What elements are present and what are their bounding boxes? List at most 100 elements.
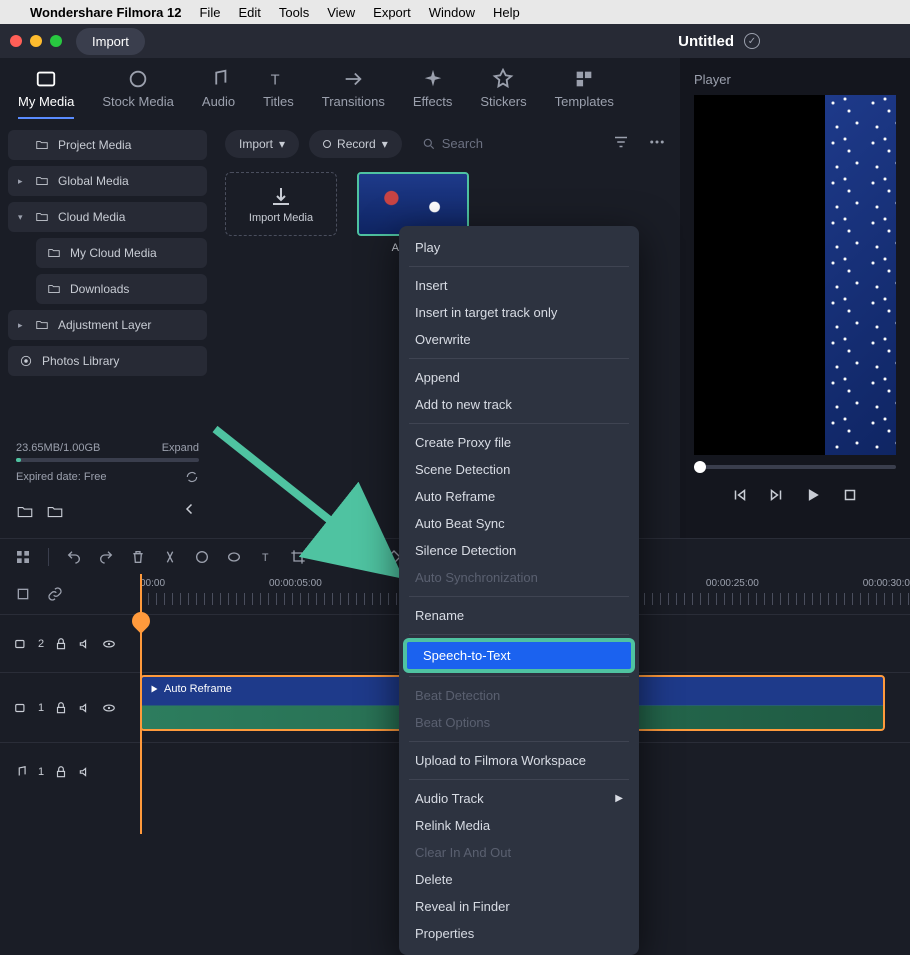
chevron-right-icon: ▶ — [615, 793, 623, 804]
split-icon[interactable] — [161, 548, 179, 566]
play-button[interactable] — [803, 485, 823, 508]
context-item-beat-detection: Beat Detection — [399, 682, 639, 709]
filter-icon[interactable] — [608, 129, 634, 158]
import-dropdown[interactable]: Import▾ — [225, 130, 299, 158]
audio-icon — [14, 765, 28, 779]
playhead[interactable] — [140, 574, 142, 834]
context-item-speech-to-text[interactable]: Speech-to-Text — [405, 640, 633, 671]
tab-stickers[interactable]: Stickers — [480, 68, 526, 119]
delete-icon[interactable] — [129, 548, 147, 566]
app-name[interactable]: Wondershare Filmora 12 — [30, 5, 181, 20]
tab-titles[interactable]: TTitles — [263, 68, 294, 119]
context-item-play[interactable]: Play — [399, 234, 639, 261]
prev-frame-button[interactable] — [731, 486, 749, 507]
menu-export[interactable]: Export — [373, 5, 411, 20]
context-item-delete[interactable]: Delete — [399, 866, 639, 893]
context-item-properties[interactable]: Properties — [399, 920, 639, 947]
sidebar-item-cloud-media[interactable]: ▾Cloud Media — [8, 202, 207, 232]
scrubber[interactable] — [694, 465, 896, 469]
project-title: Untitled — [678, 33, 734, 50]
chevron-down-icon: ▾ — [279, 137, 285, 151]
fullscreen-icon[interactable] — [50, 35, 62, 47]
speed-icon[interactable] — [193, 548, 211, 566]
new-folder-icon[interactable] — [16, 503, 34, 521]
stop-button[interactable] — [841, 486, 859, 507]
saved-icon: ✓ — [744, 33, 760, 49]
tab-my-media[interactable]: My Media — [18, 68, 74, 119]
context-item-relink-media[interactable]: Relink Media — [399, 812, 639, 839]
context-item-scene-detection[interactable]: Scene Detection — [399, 456, 639, 483]
tab-transitions[interactable]: Transitions — [322, 68, 385, 119]
context-item-create-proxy-file[interactable]: Create Proxy file — [399, 429, 639, 456]
context-item-reveal-in-finder[interactable]: Reveal in Finder — [399, 893, 639, 920]
player-label: Player — [694, 72, 896, 87]
tab-stock-media[interactable]: Stock Media — [102, 68, 174, 119]
menu-file[interactable]: File — [199, 5, 220, 20]
context-item-audio-track[interactable]: Audio Track▶ — [399, 785, 639, 812]
context-menu: Play InsertInsert in target track onlyOve… — [399, 226, 639, 955]
redo-icon[interactable] — [97, 548, 115, 566]
menu-help[interactable]: Help — [493, 5, 520, 20]
mask-icon[interactable] — [225, 548, 243, 566]
menu-window[interactable]: Window — [429, 5, 475, 20]
context-item-overwrite[interactable]: Overwrite — [399, 326, 639, 353]
undo-icon[interactable] — [65, 548, 83, 566]
more-icon[interactable] — [644, 129, 670, 158]
storage-total: /1.00GB — [60, 442, 100, 454]
refresh-icon[interactable] — [185, 470, 199, 484]
menu-tools[interactable]: Tools — [279, 5, 309, 20]
chevron-down-icon: ▾ — [382, 137, 388, 151]
player-screen[interactable] — [694, 95, 896, 455]
tab-templates[interactable]: Templates — [555, 68, 614, 119]
context-item-insert-in-target-track-only[interactable]: Insert in target track only — [399, 299, 639, 326]
context-item-auto-beat-sync[interactable]: Auto Beat Sync — [399, 510, 639, 537]
sidebar-item-downloads[interactable]: Downloads — [36, 274, 207, 304]
tab-effects[interactable]: Effects — [413, 68, 453, 119]
menu-edit[interactable]: Edit — [238, 5, 260, 20]
text-icon[interactable]: T — [257, 548, 275, 566]
folder-icon[interactable] — [46, 503, 64, 521]
lock-icon[interactable] — [54, 637, 68, 651]
mute-icon[interactable] — [78, 637, 92, 651]
context-item-insert[interactable]: Insert — [399, 272, 639, 299]
sidebar-item-global-media[interactable]: ▸Global Media — [8, 166, 207, 196]
next-frame-button[interactable] — [767, 486, 785, 507]
grid-icon[interactable] — [14, 548, 32, 566]
mute-icon[interactable] — [78, 765, 92, 779]
minimize-icon[interactable] — [30, 35, 42, 47]
context-item-silence-detection[interactable]: Silence Detection — [399, 537, 639, 564]
import-icon — [269, 184, 293, 208]
collapse-icon[interactable] — [181, 500, 199, 518]
sidebar-item-adjustment-layer[interactable]: ▸Adjustment Layer — [8, 310, 207, 340]
titlebar: Import Untitled ✓ — [0, 24, 910, 58]
color-icon[interactable] — [353, 548, 371, 566]
close-icon[interactable] — [10, 35, 22, 47]
context-item-append[interactable]: Append — [399, 364, 639, 391]
media-sidebar: Project Media ▸Global Media ▾Cloud Media… — [0, 119, 215, 539]
sidebar-item-project-media[interactable]: Project Media — [8, 130, 207, 160]
menu-view[interactable]: View — [327, 5, 355, 20]
import-button[interactable]: Import — [76, 28, 145, 55]
mute-icon[interactable] — [78, 701, 92, 715]
eye-icon[interactable] — [102, 701, 116, 715]
eye-icon[interactable] — [102, 637, 116, 651]
context-item-add-to-new-track[interactable]: Add to new track — [399, 391, 639, 418]
context-item-auto-reframe[interactable]: Auto Reframe — [399, 483, 639, 510]
speed2-icon[interactable] — [321, 548, 339, 566]
lock-icon[interactable] — [54, 701, 68, 715]
video-icon — [14, 701, 28, 715]
expand-link[interactable]: Expand — [162, 442, 199, 454]
link-icon[interactable] — [46, 585, 64, 603]
tab-audio[interactable]: Audio — [202, 68, 235, 119]
sidebar-item-my-cloud-media[interactable]: My Cloud Media — [36, 238, 207, 268]
context-item-upload-to-filmora-workspace[interactable]: Upload to Filmora Workspace — [399, 747, 639, 774]
magnet-icon[interactable] — [14, 585, 32, 603]
search-input[interactable]: Search — [412, 136, 598, 151]
import-media-slot[interactable]: Import Media — [225, 172, 337, 236]
lock-icon[interactable] — [54, 765, 68, 779]
search-icon — [422, 137, 436, 151]
context-item-rename[interactable]: Rename — [399, 602, 639, 629]
crop-icon[interactable] — [289, 548, 307, 566]
sidebar-item-photos-library[interactable]: Photos Library — [8, 346, 207, 376]
record-dropdown[interactable]: Record▾ — [309, 130, 402, 158]
